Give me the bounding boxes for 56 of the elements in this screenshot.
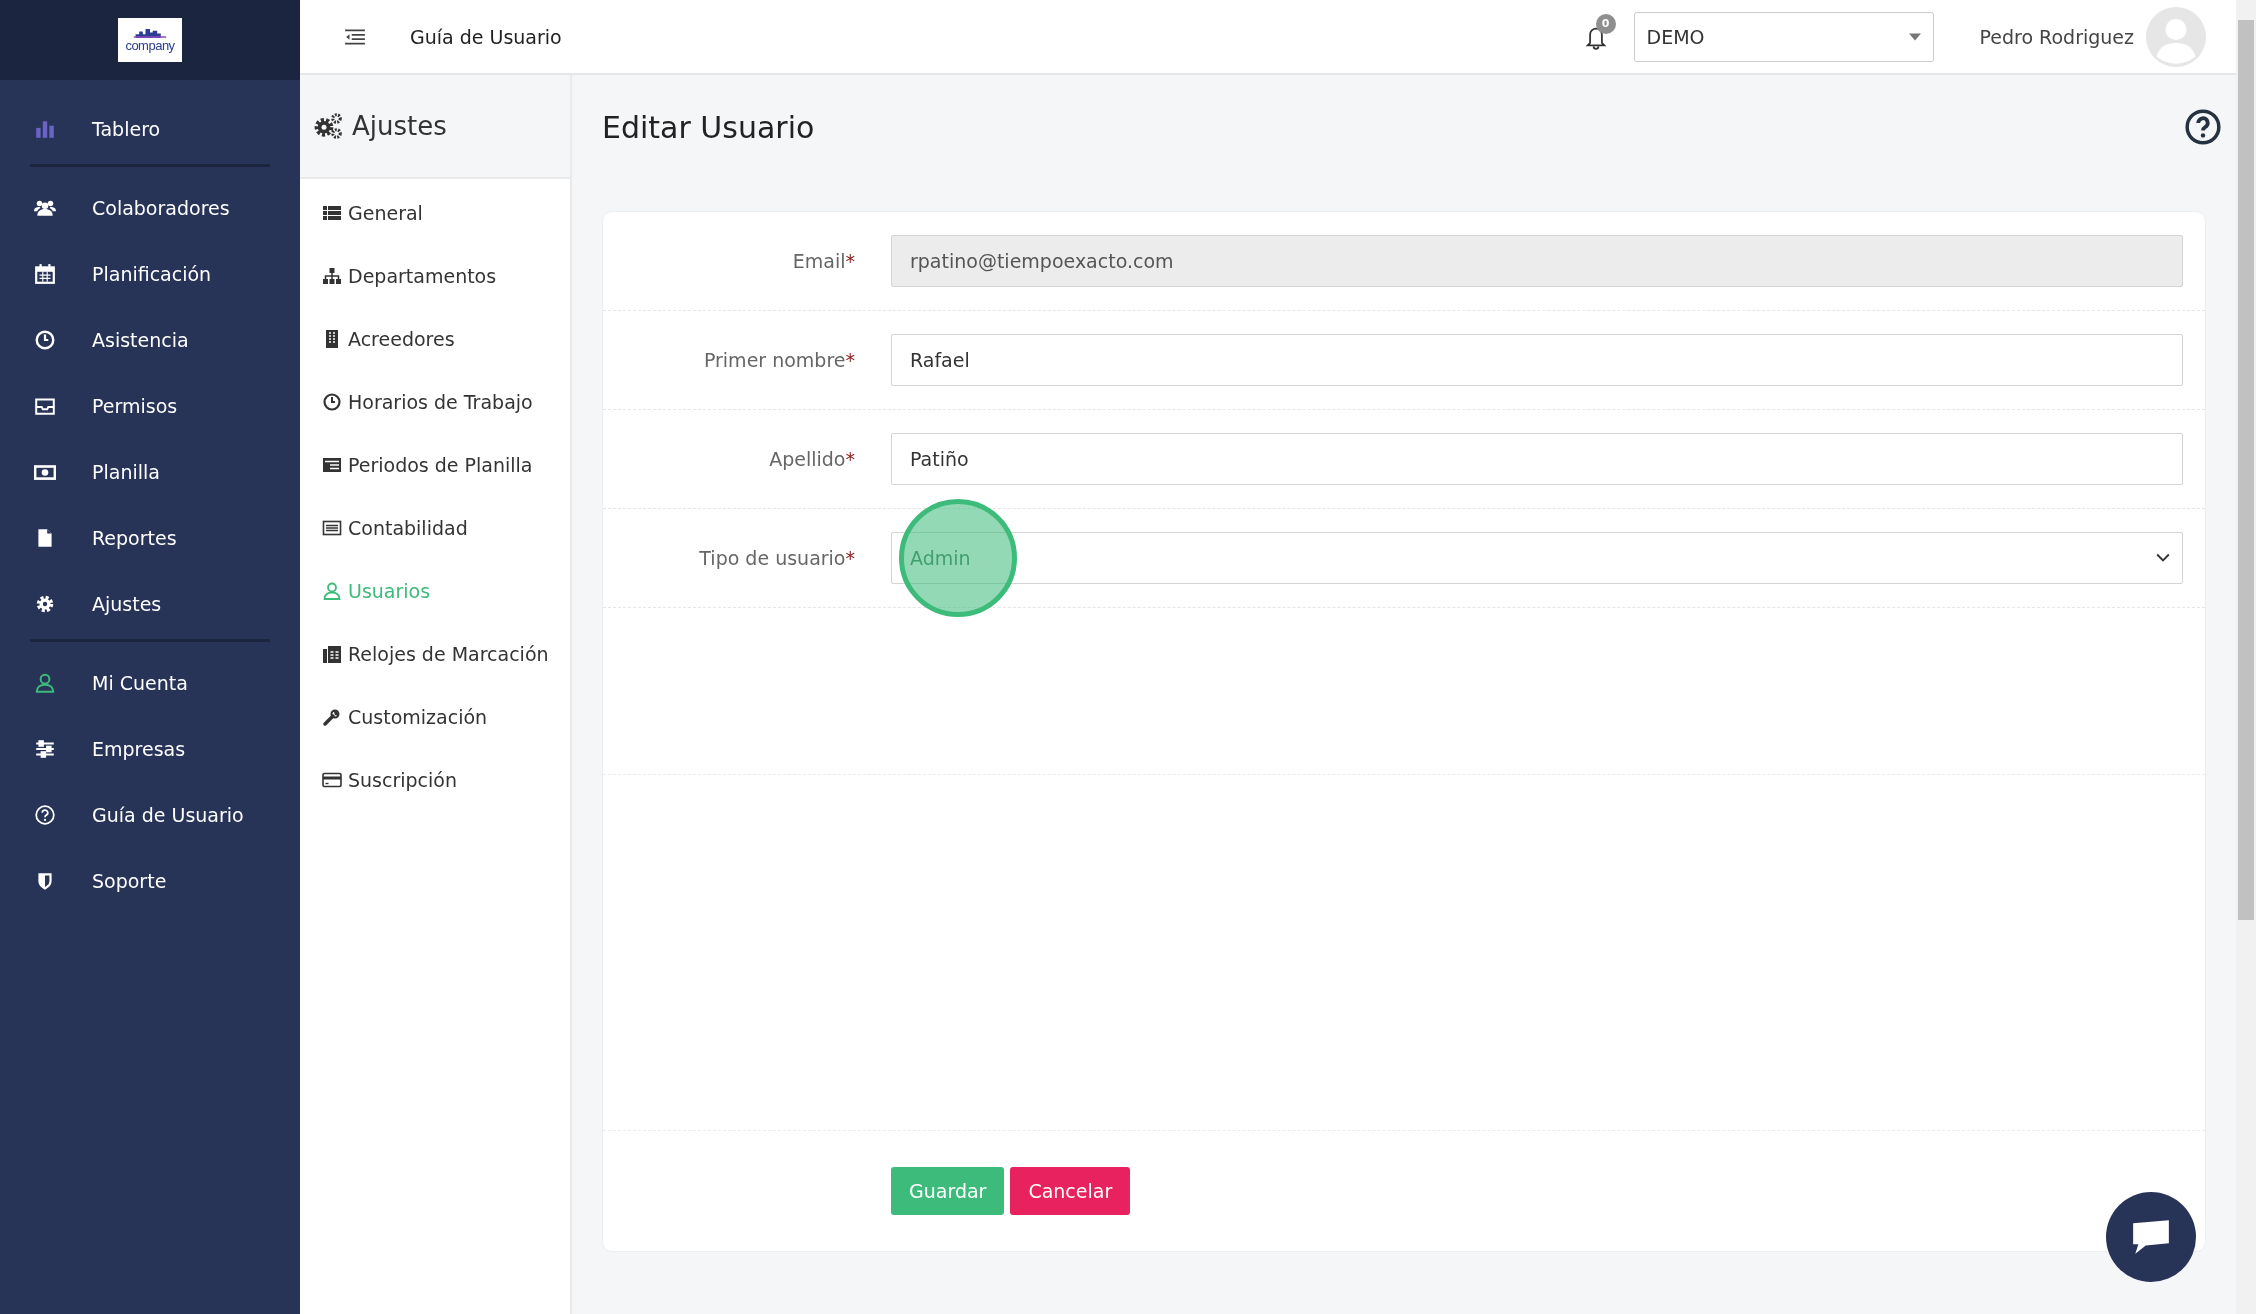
clock-icon bbox=[322, 391, 342, 412]
settings-menu-item[interactable]: Departamentos bbox=[300, 244, 570, 307]
field-label: Email* bbox=[791, 250, 855, 272]
inbox-icon bbox=[34, 395, 56, 417]
logo-text: company bbox=[125, 38, 175, 53]
settings-icon bbox=[34, 593, 56, 615]
dropdown-caret-icon bbox=[1908, 32, 1921, 41]
page-breadcrumb: Guía de Usuario bbox=[410, 25, 562, 48]
sidebar-item[interactable]: Planilla bbox=[0, 439, 300, 505]
user-name[interactable]: Pedro Rodriguez bbox=[1979, 25, 2134, 48]
buildings-icon bbox=[132, 27, 168, 38]
sidebar-item[interactable]: Ajustes bbox=[0, 571, 300, 637]
company-logo[interactable]: company bbox=[118, 18, 182, 62]
user-icon bbox=[322, 580, 342, 601]
clock-icon bbox=[34, 329, 56, 351]
field-label: Tipo de usuario* bbox=[698, 547, 855, 569]
settings-menu-item[interactable]: General bbox=[300, 181, 570, 244]
settings-menu-item[interactable]: Suscripción bbox=[300, 748, 570, 811]
sidebar-item[interactable]: Empresas bbox=[0, 716, 300, 782]
sidebar-item[interactable]: Colaboradores bbox=[0, 175, 300, 241]
settings-menu-item[interactable]: Customización bbox=[300, 685, 570, 748]
settings-menu-item[interactable]: Contabilidad bbox=[300, 496, 570, 559]
help-icon[interactable] bbox=[2184, 108, 2222, 146]
gears-icon bbox=[314, 112, 344, 140]
sidebar-item[interactable]: Asistencia bbox=[0, 307, 300, 373]
field-label: Primer nombre* bbox=[702, 349, 855, 371]
text-field[interactable]: Patiño bbox=[891, 433, 2183, 485]
cancel-button[interactable]: Cancelar bbox=[1010, 1167, 1131, 1215]
sidebar-item[interactable]: Reportes bbox=[0, 505, 300, 571]
settings-menu-item[interactable]: Acreedores bbox=[300, 307, 570, 370]
company-dropdown[interactable]: DEMO bbox=[1633, 11, 1934, 62]
menu-collapse-icon[interactable] bbox=[344, 27, 366, 46]
hierarchy-icon bbox=[322, 265, 342, 286]
sidebar-item[interactable]: Planificación bbox=[0, 241, 300, 307]
settings-menu-item[interactable]: Periodos de Planilla bbox=[300, 433, 570, 496]
help-icon bbox=[34, 804, 56, 826]
time-clock-icon bbox=[322, 643, 342, 664]
sidebar-item[interactable]: Mi Cuenta bbox=[0, 650, 300, 716]
sliders-icon bbox=[34, 738, 56, 760]
sidebar-item[interactable]: Tablero bbox=[0, 96, 300, 162]
chevron-down-icon bbox=[2156, 553, 2170, 563]
settings-menu-item[interactable]: Relojes de Marcación bbox=[300, 622, 570, 685]
sidebar-item[interactable]: Soporte bbox=[0, 848, 300, 914]
scrollbar[interactable] bbox=[2236, 0, 2256, 1314]
chat-bubble-icon bbox=[2130, 1219, 2172, 1255]
bar-chart-icon bbox=[34, 118, 56, 140]
sidebar-item[interactable]: Permisos bbox=[0, 373, 300, 439]
text-field[interactable]: Rafael bbox=[891, 334, 2183, 386]
calendar-icon bbox=[34, 263, 56, 285]
page-title: Editar Usuario bbox=[602, 109, 815, 145]
user-icon bbox=[34, 672, 56, 694]
sidebar-item[interactable]: Guía de Usuario bbox=[0, 782, 300, 848]
notification-count: 0 bbox=[1595, 13, 1616, 34]
settings-menu-item[interactable]: Horarios de Trabajo bbox=[300, 370, 570, 433]
field-label: Apellido* bbox=[768, 448, 855, 470]
settings-heading: Ajustes bbox=[352, 111, 447, 141]
